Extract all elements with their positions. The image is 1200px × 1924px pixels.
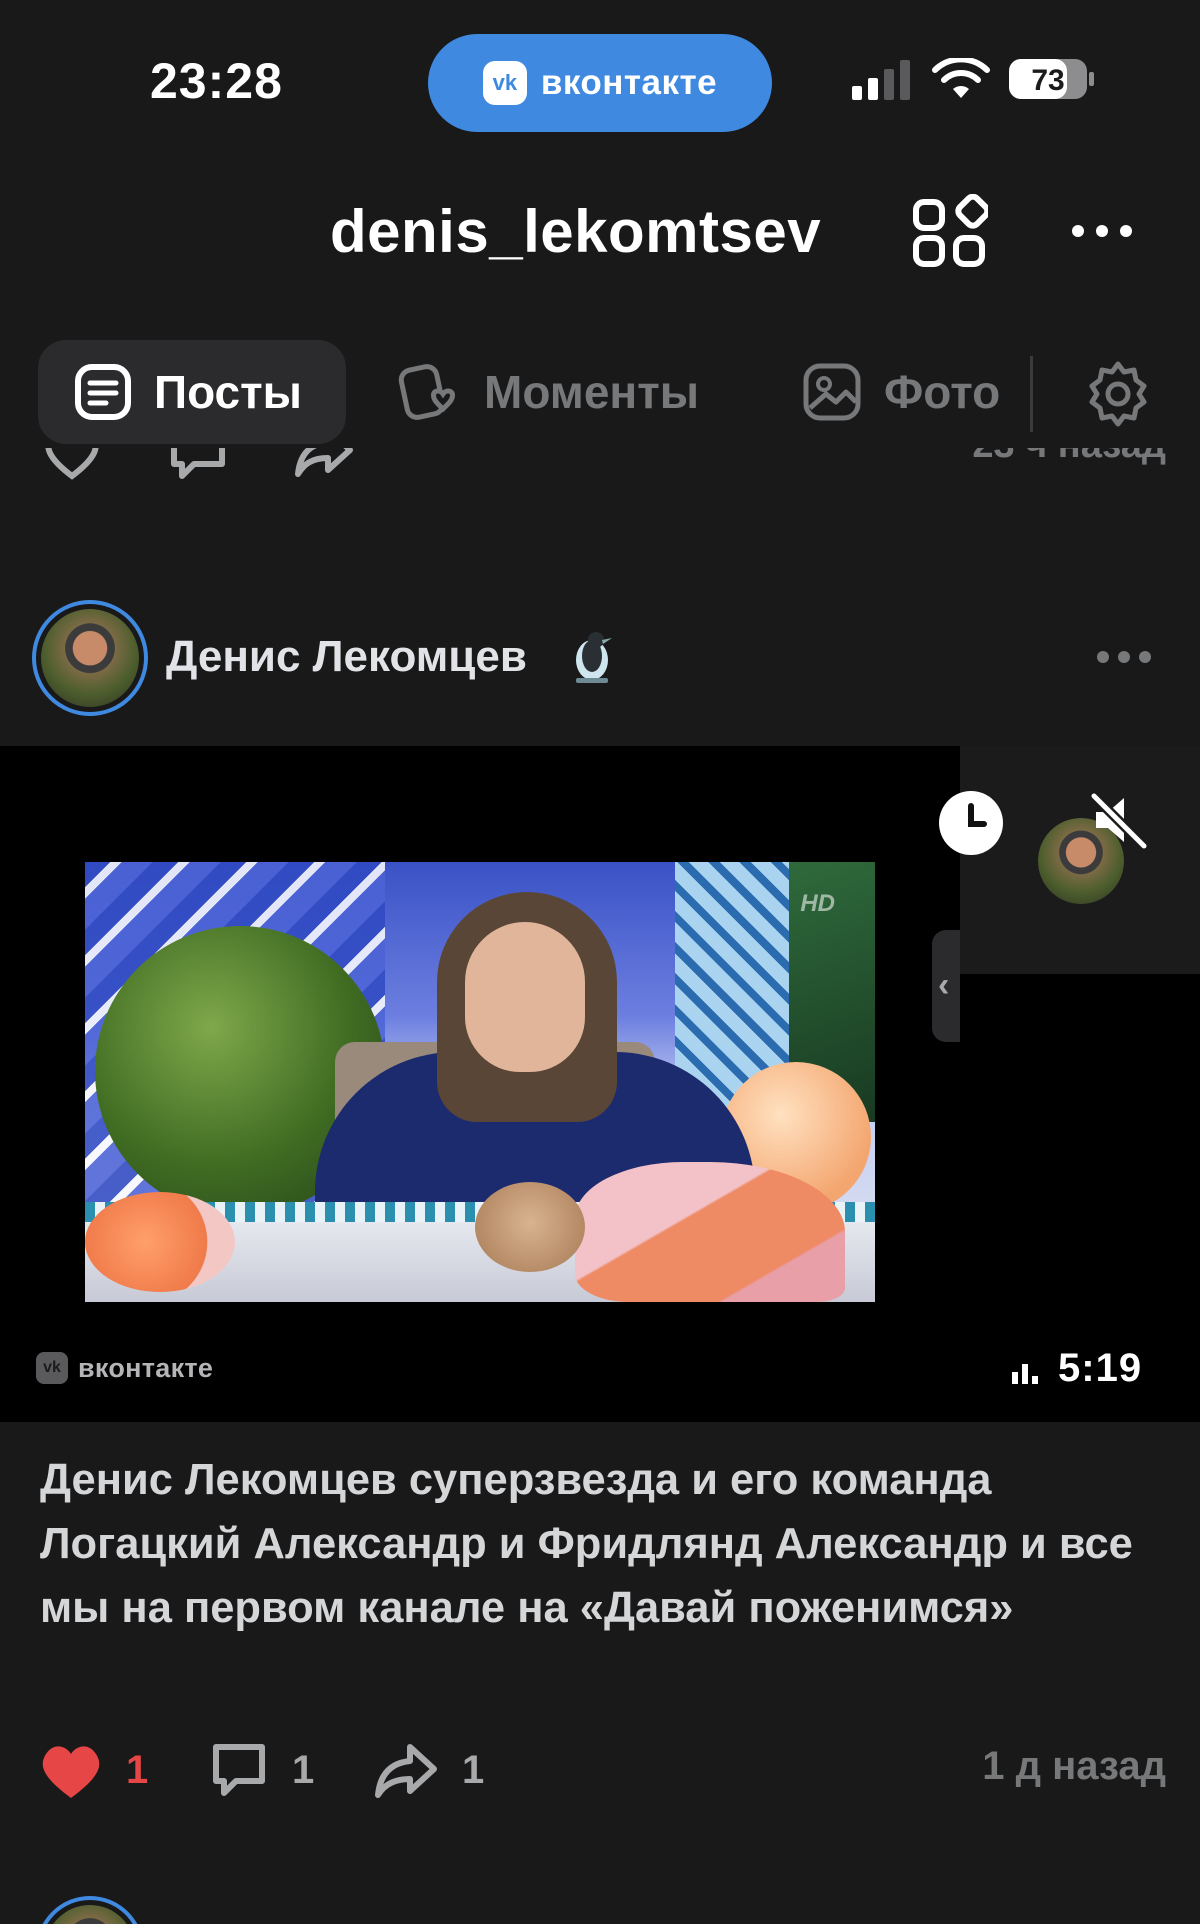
tab-moments-label: Моменты — [484, 366, 700, 418]
post-header: Денис Лекомцев — [0, 596, 1200, 720]
video-brand: vk вконтакте — [36, 1352, 213, 1384]
like-outline-icon[interactable] — [40, 448, 104, 484]
like-button[interactable]: 1 — [38, 1730, 148, 1810]
author-name[interactable]: Денис Лекомцев — [166, 632, 527, 682]
apps-grid-icon[interactable] — [912, 194, 988, 270]
comment-count: 1 — [292, 1747, 315, 1792]
tab-posts-label: Посты — [154, 366, 302, 418]
previous-post-actions: 23 ч назад — [0, 448, 1200, 508]
moments-icon — [398, 364, 455, 420]
video-stats-icon — [1012, 1364, 1038, 1384]
video-player[interactable]: HD ‹ vk вконтакте 5:19 — [0, 746, 1200, 1422]
picture-in-picture-panel[interactable] — [939, 746, 1200, 974]
tab-photo-label: Фото — [884, 366, 1001, 418]
heart-filled-icon — [42, 1746, 100, 1798]
profile-header: denis_lekomtsev — [0, 170, 1200, 290]
post-actions: 1 1 1 1 д назад — [0, 1730, 1200, 1810]
status-time: 23:28 — [150, 53, 283, 109]
comment-button[interactable]: 1 — [208, 1730, 314, 1810]
previous-post-time: 23 ч назад — [972, 448, 1166, 467]
like-count: 1 — [126, 1747, 149, 1792]
vk-app-pill[interactable]: vk вконтакте — [428, 34, 772, 132]
tabs-divider — [1030, 356, 1033, 432]
post-time: 1 д назад — [982, 1744, 1166, 1788]
pip-collapse-handle[interactable]: ‹ — [932, 930, 960, 1042]
next-post-avatar[interactable] — [36, 1896, 144, 1924]
author-avatar[interactable] — [32, 600, 148, 716]
share-icon — [375, 1744, 437, 1798]
vk-logo-icon: vk — [482, 61, 527, 105]
vk-app-pill-label: вконтакте — [540, 63, 718, 102]
wifi-icon — [932, 58, 990, 98]
photo-icon — [803, 363, 861, 421]
chevron-left-icon: ‹ — [938, 966, 950, 1004]
video-brand-label: вконтакте — [78, 1352, 214, 1383]
sound-off-icon[interactable] — [1086, 788, 1150, 852]
battery-icon: 73 — [1009, 59, 1094, 99]
vk-profile-screen: 23:28 vk вконтакте 73 denis_lekomtsev По… — [0, 0, 1200, 1924]
clock-icon[interactable] — [938, 790, 1004, 856]
tab-posts[interactable]: Посты — [38, 340, 346, 444]
cellular-signal-icon — [852, 60, 910, 100]
post-more-icon[interactable] — [1096, 644, 1152, 670]
posts-icon — [75, 364, 131, 420]
comment-icon[interactable] — [166, 448, 230, 484]
settings-gear-icon[interactable] — [1082, 358, 1154, 430]
bird-badge-icon — [576, 632, 612, 683]
comment-icon — [213, 1744, 265, 1796]
profile-tabs: Посты Моменты Фото — [0, 336, 1200, 448]
video-duration: 5:19 — [1058, 1346, 1143, 1390]
battery-percent: 73 — [1031, 64, 1064, 97]
tab-moments[interactable]: Моменты — [398, 340, 699, 444]
share-icon[interactable] — [292, 448, 356, 484]
profile-name: denis_lekomtsev — [330, 198, 822, 265]
vk-logo-icon: vk — [36, 1352, 68, 1384]
more-horizontal-icon[interactable] — [1070, 214, 1134, 248]
video-frame: HD — [85, 862, 875, 1302]
share-count: 1 — [462, 1747, 485, 1792]
share-button[interactable]: 1 — [372, 1730, 484, 1810]
channel-watermark: HD — [800, 890, 835, 917]
tab-photo[interactable]: Фото — [802, 340, 1032, 444]
post-text: Денис Лекомцев суперзвезда и его команда… — [40, 1456, 1133, 1632]
status-bar: 23:28 vk вконтакте 73 — [0, 0, 1200, 160]
